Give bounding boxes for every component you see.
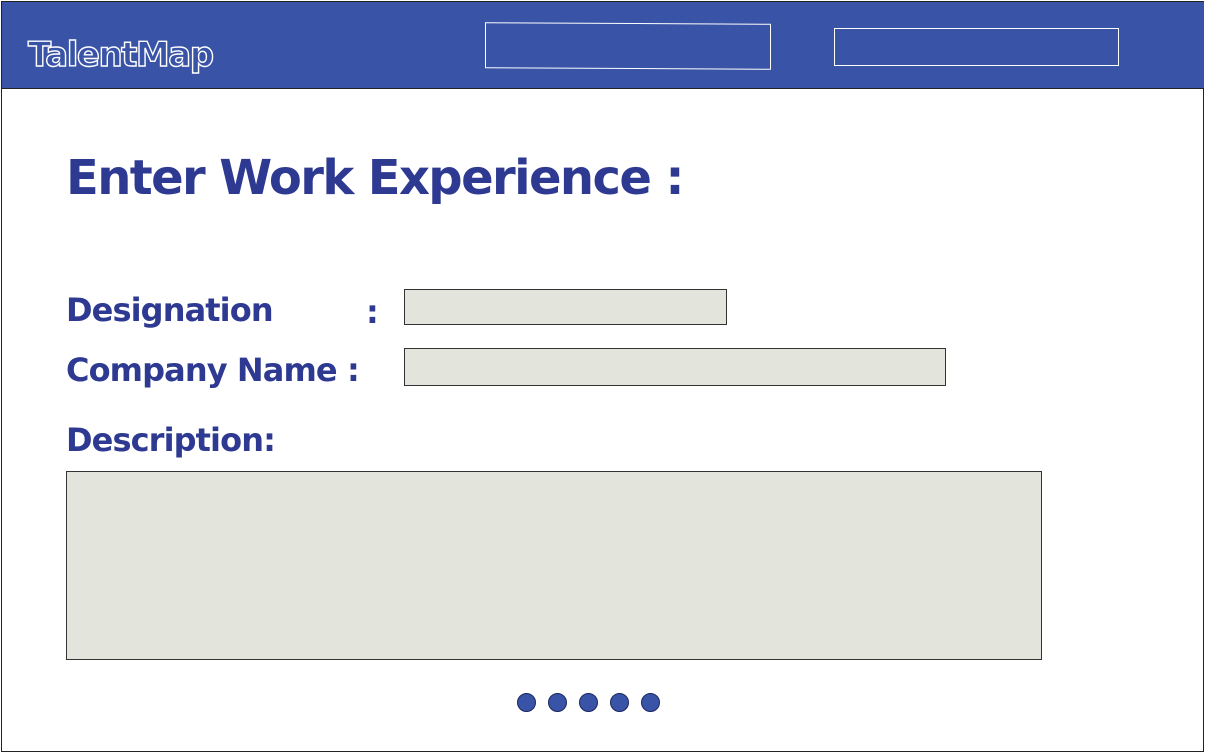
talentmap-logo[interactable]: TalentMap (27, 37, 214, 72)
page-title: Enter Work Experience : (66, 150, 685, 206)
pagination-dots (517, 693, 660, 712)
pagination-dot-2[interactable] (548, 693, 567, 712)
pagination-dot-3[interactable] (579, 693, 598, 712)
description-label: Description: (66, 421, 276, 459)
top-header-bar: TalentMap (2, 2, 1204, 89)
designation-label: Designation (66, 291, 274, 329)
header-nav-box-2[interactable] (834, 28, 1119, 66)
pagination-dot-5[interactable] (641, 693, 660, 712)
pagination-dot-1[interactable] (517, 693, 536, 712)
description-textarea[interactable] (66, 471, 1042, 660)
pagination-dot-4[interactable] (610, 693, 629, 712)
designation-input[interactable] (404, 289, 727, 325)
company-name-input[interactable] (404, 348, 946, 386)
company-name-label: Company Name : (66, 351, 360, 389)
header-nav-box-1[interactable] (485, 22, 771, 70)
designation-label-colon: : (366, 293, 379, 331)
